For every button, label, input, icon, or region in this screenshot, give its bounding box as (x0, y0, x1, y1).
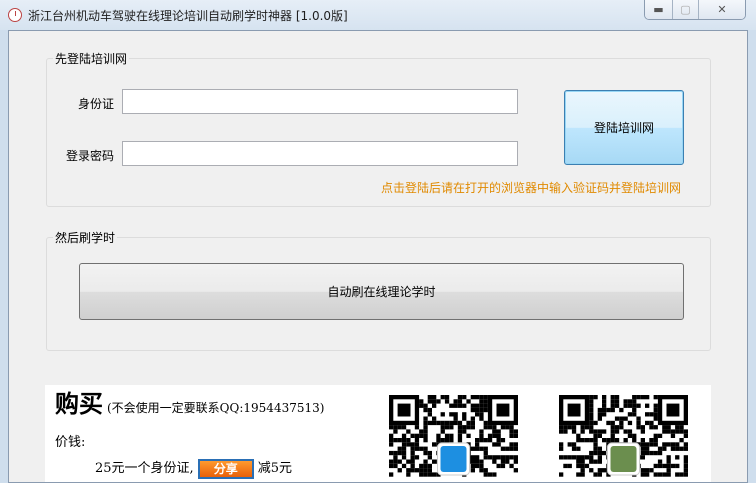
password-label: 登录密码 (66, 149, 115, 163)
app-clock-icon (8, 8, 22, 22)
purchase-note: (不会使用一定要联系QQ:1954437513) (107, 401, 325, 415)
login-group-label: 先登陆培训网 (53, 50, 130, 67)
close-button[interactable]: ✕ (699, 0, 745, 19)
study-group-label: 然后刷学时 (53, 229, 118, 246)
id-input[interactable] (122, 89, 518, 114)
wechat-qr-code (559, 395, 688, 477)
window-title: 浙江台州机动车驾驶在线理论培训自动刷学时神器 [1.0.0版] (28, 9, 348, 23)
share-button[interactable]: 分享 (197, 459, 254, 479)
main-panel: 先登陆培训网 身份证 登录密码 登陆培训网 点击登陆后请在打开的浏览器中输入验证… (8, 30, 748, 483)
study-group: 然后刷学时 自动刷在线理论学时 (46, 229, 711, 351)
price-text: 25元一个身份证, (95, 461, 194, 476)
purchase-panel: 购买 (不会使用一定要联系QQ:1954437513) 价钱: 25元一个身份证… (45, 385, 711, 482)
id-label: 身份证 (78, 97, 115, 111)
login-group: 先登陆培训网 身份证 登录密码 登陆培训网 点击登陆后请在打开的浏览器中输入验证… (46, 50, 711, 207)
minimize-button[interactable]: ▬ (645, 0, 673, 19)
title-bar: 浙江台州机动车驾驶在线理论培训自动刷学时神器 [1.0.0版] ▬ ▢ ✕ (0, 0, 756, 30)
auto-study-button[interactable]: 自动刷在线理论学时 (79, 263, 684, 320)
maximize-button[interactable]: ▢ (673, 0, 699, 19)
discount-text: 减5元 (257, 461, 292, 476)
password-input[interactable] (122, 141, 518, 166)
login-hint: 点击登陆后请在打开的浏览器中输入验证码并登陆培训网 (381, 181, 682, 195)
login-button[interactable]: 登陆培训网 (564, 90, 684, 165)
price-label: 价钱: (55, 435, 86, 450)
alipay-qr-code (389, 395, 518, 477)
purchase-title: 购买 (55, 389, 103, 418)
